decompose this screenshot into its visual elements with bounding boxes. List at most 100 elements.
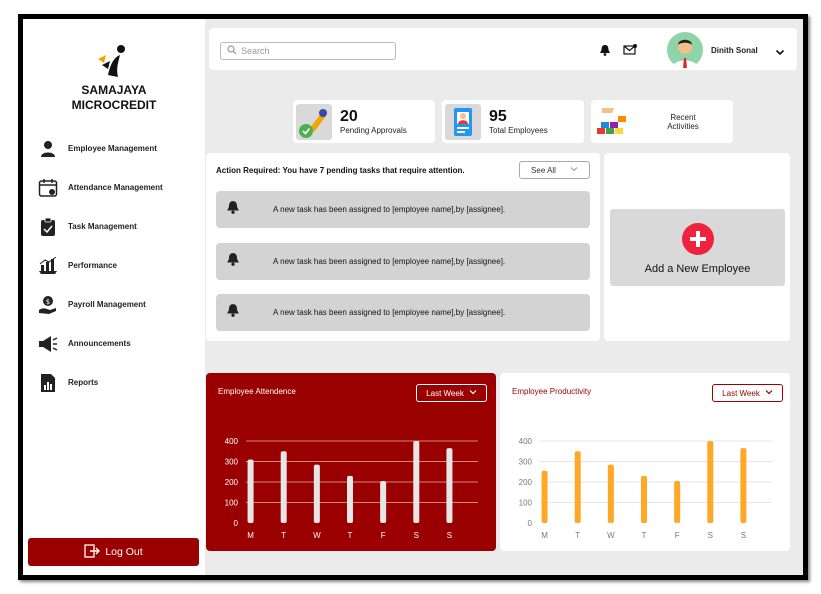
id-badge-icon xyxy=(445,103,481,140)
chevron-down-icon[interactable] xyxy=(775,44,785,62)
chart-bar xyxy=(413,441,420,523)
svg-text:$: $ xyxy=(46,298,50,306)
sidebar-item-label: Announcements xyxy=(68,339,131,348)
stat-label: Pending Approvals xyxy=(340,126,407,135)
y-tick-label: 0 xyxy=(234,519,239,528)
logo-figure-icon xyxy=(94,41,134,81)
x-tick-label: T xyxy=(348,531,353,540)
filter-label: Last Week xyxy=(426,388,464,398)
attendance-filter-dropdown[interactable]: Last Week xyxy=(416,384,487,402)
x-tick-label: M xyxy=(541,531,548,540)
y-tick-label: 300 xyxy=(225,458,239,467)
sidebar-item-label: Reports xyxy=(68,378,99,387)
task-text: A new task has been assigned to [employe… xyxy=(273,205,506,214)
chevron-down-icon xyxy=(765,388,773,398)
brand-name-line1: SAMAJAYA xyxy=(81,83,147,97)
sidebar: SAMAJAYA MICROCREDIT Employee Management… xyxy=(23,19,205,575)
search-input[interactable] xyxy=(241,46,391,56)
chart-bar xyxy=(446,448,453,523)
x-tick-label: S xyxy=(447,531,452,540)
sidebar-item-task-management[interactable]: Task Management xyxy=(37,207,205,246)
stat-card-recent-activities[interactable]: Recent Activities xyxy=(591,100,733,143)
chart-bar xyxy=(280,451,287,523)
chart-bar xyxy=(313,464,320,523)
sidebar-nav: Employee Management Attendance Managemen… xyxy=(37,129,205,402)
chart-bar xyxy=(347,475,353,523)
chart-bar xyxy=(541,470,548,523)
attendance-bar-chart: 0 100 200 300 400 M T W T F S S xyxy=(225,437,478,540)
productivity-bar-chart: 0 100 200 300 400 M T W T F S S xyxy=(519,437,772,540)
x-tick-label: W xyxy=(313,531,321,540)
stat-label: Recent Activities xyxy=(667,112,699,131)
attendance-chart-panel: Employee Attendence Last Week 0 100 200 300… xyxy=(206,373,496,551)
brand-logo: SAMAJAYA MICROCREDIT xyxy=(23,41,205,113)
search-icon xyxy=(227,42,237,60)
clipboard-icon xyxy=(37,216,59,238)
chart-bar xyxy=(380,480,387,523)
y-tick-label: 0 xyxy=(528,519,533,528)
logout-label: Log Out xyxy=(105,546,143,558)
y-tick-label: 300 xyxy=(519,458,533,467)
logout-button[interactable]: Log Out xyxy=(28,538,199,566)
see-all-button[interactable]: See All xyxy=(519,161,590,179)
x-tick-label: S xyxy=(708,531,713,540)
brand-name-line2: MICROCREDIT xyxy=(71,98,157,112)
user-name: Dinith Sonal xyxy=(711,46,758,55)
action-required-title: Action Required: You have 7 pending task… xyxy=(216,166,465,175)
stat-value: 20 xyxy=(340,108,358,125)
chart-bar xyxy=(674,480,681,523)
sidebar-item-payroll-management[interactable]: $ Payroll Management xyxy=(37,285,205,324)
bell-icon xyxy=(226,200,240,219)
y-tick-label: 400 xyxy=(519,437,533,446)
stat-card-pending-approvals[interactable]: 20 Pending Approvals xyxy=(293,100,435,143)
user-avatar[interactable] xyxy=(667,32,703,68)
task-text: A new task has been assigned to [employe… xyxy=(273,308,506,317)
task-notification[interactable]: A new task has been assigned to [employe… xyxy=(216,191,590,228)
y-tick-label: 200 xyxy=(225,478,239,487)
mail-icon[interactable] xyxy=(623,43,637,61)
add-employee-button[interactable]: Add a New Employee xyxy=(610,209,785,286)
sidebar-item-announcements[interactable]: Announcements xyxy=(37,324,205,363)
x-tick-label: T xyxy=(642,531,647,540)
bell-icon xyxy=(226,252,240,271)
y-tick-label: 100 xyxy=(225,499,239,508)
x-tick-label: S xyxy=(414,531,419,540)
plus-icon xyxy=(682,223,714,255)
productivity-filter-dropdown[interactable]: Last Week xyxy=(712,384,783,402)
chart-icon xyxy=(37,255,59,277)
stat-card-total-employees[interactable]: 95 Total Employees xyxy=(442,100,584,143)
sidebar-item-employee-management[interactable]: Employee Management xyxy=(37,129,205,168)
sidebar-item-attendance-management[interactable]: Attendance Management xyxy=(37,168,205,207)
task-text: A new task has been assigned to [employe… xyxy=(273,257,506,266)
logout-icon xyxy=(84,543,101,561)
y-tick-label: 400 xyxy=(225,437,239,446)
sidebar-item-label: Payroll Management xyxy=(68,300,146,309)
chart-bar xyxy=(641,475,647,523)
chevron-down-icon xyxy=(570,165,578,175)
person-icon xyxy=(37,138,59,160)
task-notification[interactable]: A new task has been assigned to [employe… xyxy=(216,243,590,280)
sidebar-item-label: Performance xyxy=(68,261,117,270)
x-tick-label: F xyxy=(675,531,680,540)
chart-bar xyxy=(574,451,581,523)
app-window: SAMAJAYA MICROCREDIT Employee Management… xyxy=(18,14,808,580)
sidebar-item-performance[interactable]: Performance xyxy=(37,246,205,285)
sidebar-item-label: Task Management xyxy=(68,222,137,231)
notification-bell-icon[interactable] xyxy=(599,43,611,61)
megaphone-icon xyxy=(37,333,59,355)
chart-bar xyxy=(607,464,614,523)
x-tick-label: M xyxy=(247,531,254,540)
filter-label: Last Week xyxy=(722,388,760,398)
chevron-down-icon xyxy=(469,388,477,398)
bell-icon xyxy=(226,303,240,322)
chart-bar xyxy=(740,448,747,523)
task-notification[interactable]: A new task has been assigned to [employe… xyxy=(216,294,590,331)
money-hand-icon: $ xyxy=(37,294,59,316)
chart-title: Employee Attendence xyxy=(218,387,296,396)
x-tick-label: W xyxy=(607,531,615,540)
sidebar-item-reports[interactable]: Reports xyxy=(37,363,205,402)
chart-bar xyxy=(707,441,714,523)
top-header: Dinith Sonal xyxy=(209,28,797,70)
x-tick-label: T xyxy=(281,531,286,540)
stat-value: 95 xyxy=(489,108,507,125)
